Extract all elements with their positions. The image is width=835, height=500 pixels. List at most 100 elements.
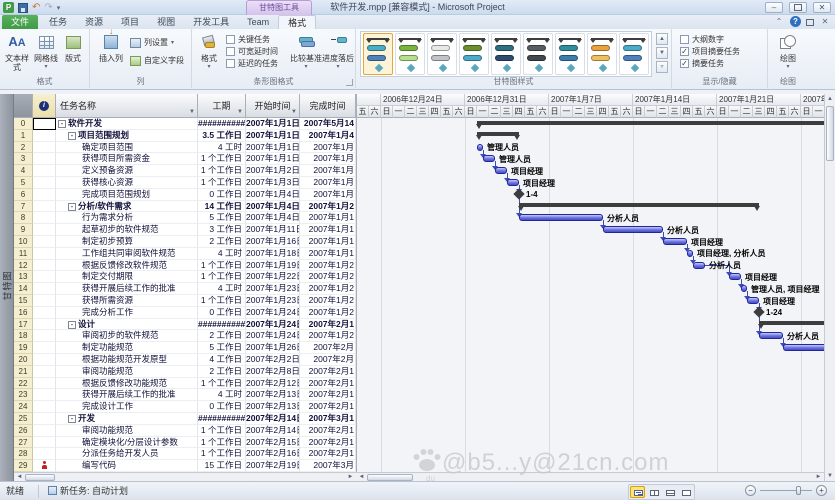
info-cell[interactable] — [33, 201, 56, 213]
gantt-style-option[interactable] — [555, 33, 585, 75]
gantt-style-option[interactable] — [587, 33, 617, 75]
column-header-finish[interactable]: 完成时间 — [300, 94, 356, 118]
table-hscroll-thumb[interactable] — [25, 474, 55, 481]
task-start-cell[interactable]: 2007年1月19日 — [246, 260, 300, 272]
task-bar[interactable] — [687, 250, 693, 257]
close-button[interactable]: ✕ — [813, 2, 831, 13]
task-name-cell[interactable]: 确定项目范围 — [56, 142, 198, 154]
task-start-cell[interactable]: 2007年2月14日 — [246, 413, 300, 425]
summary-bar[interactable] — [519, 203, 759, 207]
task-name-cell[interactable]: 确定模块化/分层设计参数 — [56, 437, 198, 449]
task-finish-cell[interactable]: 2007年1月2 — [300, 330, 356, 342]
task-bar[interactable] — [477, 144, 483, 151]
info-cell[interactable] — [33, 189, 56, 201]
task-start-cell[interactable]: 2007年1月2日 — [246, 165, 300, 177]
info-cell[interactable] — [33, 295, 56, 307]
gantt-style-option[interactable] — [395, 33, 425, 75]
task-start-cell[interactable]: 2007年2月14日 — [246, 425, 300, 437]
column-header-start[interactable]: 开始时间▼ — [246, 94, 300, 118]
task-finish-cell[interactable]: 2007年1月4 — [300, 130, 356, 142]
task-duration-cell[interactable]: ########## — [198, 319, 246, 331]
info-cell[interactable] — [33, 153, 56, 165]
help-icon[interactable]: ? — [790, 16, 801, 27]
table-row[interactable]: 28分派任务给开发人员1 个工作日2007年2月16日2007年2月1 — [14, 448, 356, 460]
checkbox-摘要任务[interactable]: ✓摘要任务 — [680, 57, 740, 69]
table-row[interactable]: 5获得核心资源1 个工作日2007年1月3日2007年1月 — [14, 177, 356, 189]
doc-restore-icon[interactable] — [806, 19, 814, 26]
info-cell[interactable] — [33, 378, 56, 390]
gantt-style-option[interactable] — [491, 33, 521, 75]
task-start-cell[interactable]: 2007年1月1日 — [246, 153, 300, 165]
table-row[interactable]: 18审阅初步的软件规范2 工作日2007年1月24日2007年1月2 — [14, 330, 356, 342]
tab-资源[interactable]: 资源 — [76, 15, 112, 29]
table-row[interactable]: 26审阅功能规范1 个工作日2007年2月14日2007年2月1 — [14, 425, 356, 437]
task-start-cell[interactable]: 2007年1月4日 — [246, 189, 300, 201]
table-row[interactable]: 12根据反馈修改软件规范1 个工作日2007年1月19日2007年1月2 — [14, 260, 356, 272]
task-finish-cell[interactable]: 2007年1月2 — [300, 295, 356, 307]
task-bar[interactable] — [663, 238, 687, 245]
task-finish-cell[interactable]: 2007年2月 — [300, 354, 356, 366]
task-duration-cell[interactable]: 1 个工作日 — [198, 260, 246, 272]
task-duration-cell[interactable]: 1 个工作日 — [198, 153, 246, 165]
task-duration-cell[interactable]: 3.5 工作日 — [198, 130, 246, 142]
task-usage-view-button[interactable] — [646, 486, 661, 498]
task-duration-cell[interactable]: 1 个工作日 — [198, 448, 246, 460]
task-finish-cell[interactable]: 2007年2月1 — [300, 389, 356, 401]
task-finish-cell[interactable]: 2007年2月1 — [300, 425, 356, 437]
task-name-cell[interactable]: 获得核心资源 — [56, 177, 198, 189]
task-start-cell[interactable]: 2007年1月24日 — [246, 307, 300, 319]
row-id[interactable]: 29 — [14, 460, 33, 472]
row-id[interactable]: 4 — [14, 165, 33, 177]
collapse-icon[interactable]: - — [68, 321, 76, 329]
table-row[interactable]: 27确定模块化/分层设计参数1 个工作日2007年2月15日2007年2月1 — [14, 437, 356, 449]
task-name-cell[interactable]: -分析/软件需求 — [56, 201, 198, 213]
task-finish-cell[interactable]: 2007年2月1 — [300, 401, 356, 413]
task-name-cell[interactable]: 审阅初步的软件规范 — [56, 330, 198, 342]
task-duration-cell[interactable]: 1 个工作日 — [198, 378, 246, 390]
drawing-button[interactable]: 绘图▾ — [772, 31, 804, 72]
task-name-cell[interactable]: 行为需求分析 — [56, 212, 198, 224]
info-cell[interactable] — [33, 177, 56, 189]
collapse-icon[interactable]: - — [68, 415, 76, 423]
task-start-cell[interactable]: 2007年1月11日 — [246, 224, 300, 236]
task-name-cell[interactable]: 根据功能规范开发原型 — [56, 354, 198, 366]
baseline-button[interactable]: 比较基准▾ — [290, 31, 322, 72]
task-name-cell[interactable]: 制定功能规范 — [56, 342, 198, 354]
task-start-cell[interactable]: 2007年2月13日 — [246, 389, 300, 401]
task-duration-cell[interactable]: 4 工作日 — [198, 354, 246, 366]
task-start-cell[interactable]: 2007年2月15日 — [246, 437, 300, 449]
row-id[interactable]: 16 — [14, 307, 33, 319]
task-name-cell[interactable]: 起草初步的软件规范 — [56, 224, 198, 236]
row-id[interactable]: 8 — [14, 212, 33, 224]
task-duration-cell[interactable]: 3 工作日 — [198, 224, 246, 236]
task-bar[interactable] — [507, 179, 519, 186]
task-start-cell[interactable]: 2007年1月23日 — [246, 283, 300, 295]
zoom-slider-thumb[interactable] — [796, 486, 801, 495]
task-start-cell[interactable]: 2007年1月26日 — [246, 342, 300, 354]
task-name-cell[interactable]: 制定初步预算 — [56, 236, 198, 248]
gallery-up-icon[interactable]: ▲ — [656, 33, 668, 45]
task-finish-cell[interactable]: 2007年3月1 — [300, 413, 356, 425]
row-id[interactable]: 12 — [14, 260, 33, 272]
gantt-style-option[interactable] — [459, 33, 489, 75]
tab-Team[interactable]: Team — [238, 15, 278, 29]
row-id[interactable]: 24 — [14, 401, 33, 413]
task-name-cell[interactable]: -项目范围规划 — [56, 130, 198, 142]
task-duration-cell[interactable]: 1 个工作日 — [198, 295, 246, 307]
task-duration-cell[interactable]: 2 工作日 — [198, 236, 246, 248]
task-start-cell[interactable]: 2007年2月8日 — [246, 366, 300, 378]
table-row[interactable]: 29编写代码15 工作日2007年2月19日2007年3月 — [14, 460, 356, 472]
task-name-cell[interactable]: 获得项目所需资金 — [56, 153, 198, 165]
task-start-cell[interactable]: 2007年2月12日 — [246, 378, 300, 390]
task-duration-cell[interactable]: 1 个工作日 — [198, 425, 246, 437]
task-start-cell[interactable]: 2007年2月2日 — [246, 354, 300, 366]
task-start-cell[interactable]: 2007年1月24日 — [246, 319, 300, 331]
task-start-cell[interactable]: 2007年1月1日 — [246, 142, 300, 154]
task-start-cell[interactable]: 2007年1月1日 — [246, 118, 300, 130]
task-name-cell[interactable]: 获得所需资源 — [56, 295, 198, 307]
checkbox-延迟的任务[interactable]: 延迟的任务 — [226, 57, 278, 69]
table-row[interactable]: 4定义预备资源1 个工作日2007年1月2日2007年1月 — [14, 165, 356, 177]
gantt-style-option[interactable] — [427, 33, 457, 75]
task-bar[interactable] — [693, 262, 705, 269]
task-finish-cell[interactable]: 2007年1月1 — [300, 248, 356, 260]
